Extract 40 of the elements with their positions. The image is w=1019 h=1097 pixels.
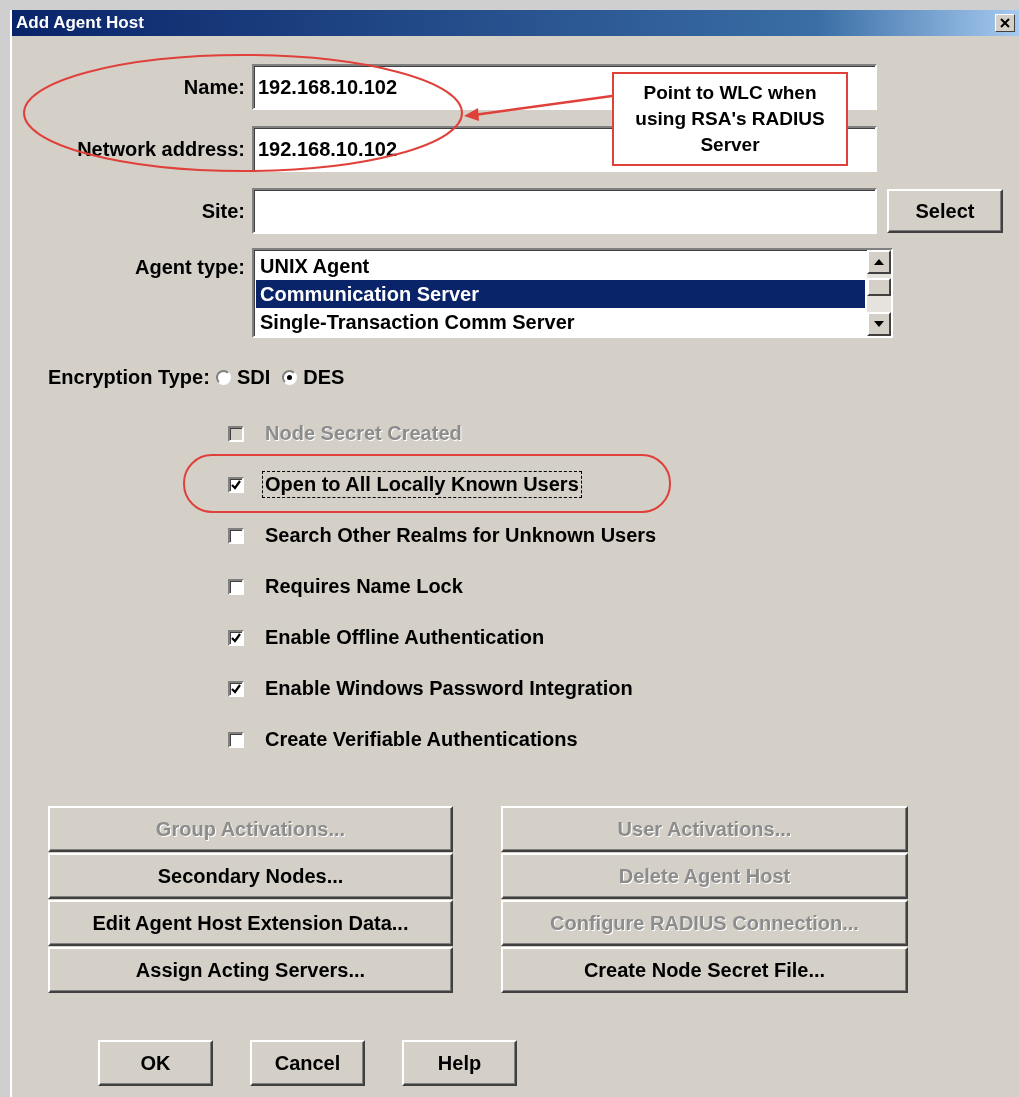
list-item[interactable]: UNIX Agent (256, 252, 865, 280)
select-button[interactable]: Select (887, 189, 1003, 233)
field-label: Agent type: (134, 256, 245, 279)
checkbox-label: Open to All Locally Known Users (262, 471, 582, 498)
checkbox-label: Enable Windows Password Integration (264, 676, 634, 701)
checkbox[interactable] (228, 629, 244, 646)
action-button[interactable]: Create Node Secret File... (501, 947, 908, 993)
radio-label: SDI (236, 365, 271, 389)
dialog-button[interactable]: OK (98, 1040, 213, 1086)
radio-button[interactable] (215, 369, 231, 385)
action-button[interactable]: Secondary Nodes... (48, 853, 453, 899)
checkbox-label: Search Other Realms for Unknown Users (264, 523, 658, 548)
callout-tooltip: Point to WLC when using RSA's RADIUS Server (612, 72, 848, 166)
field-label: Network address: (76, 137, 245, 161)
field-label: Site: (200, 199, 245, 223)
scroll-thumb[interactable] (867, 278, 891, 296)
checkbox-label: Create Verifiable Authentications (264, 727, 579, 752)
list-box[interactable]: UNIX Agent Communication Server Single-Transaction Comm Server (252, 248, 893, 338)
radio-label: DES (303, 365, 345, 389)
radio-button[interactable] (282, 369, 298, 385)
checkbox-label: Requires Name Lock (264, 574, 464, 599)
window-title: Add Agent Host (16, 13, 144, 33)
action-button[interactable]: Assign Acting Servers... (48, 947, 453, 993)
checkbox[interactable] (228, 527, 244, 544)
field-label: Name: (182, 75, 245, 99)
dialog-button[interactable]: Help (402, 1040, 517, 1086)
action-button[interactable]: Edit Agent Host Extension Data... (48, 900, 453, 946)
list-item[interactable]: Single-Transaction Comm Server (256, 308, 865, 336)
checkbox[interactable] (228, 680, 244, 697)
checkbox-label: Enable Offline Authentication (264, 625, 546, 650)
checkbox-label: Node Secret Created (264, 421, 463, 446)
checkbox[interactable] (228, 476, 244, 493)
input-field[interactable] (252, 188, 877, 234)
close-icon[interactable] (995, 14, 1015, 32)
field-label: Encryption Type: (48, 365, 210, 389)
checkbox[interactable] (228, 731, 244, 748)
scrollbar[interactable] (867, 250, 891, 336)
list-item[interactable]: Communication Server (256, 280, 865, 308)
checkbox[interactable] (228, 578, 244, 595)
dialog-button[interactable]: Cancel (250, 1040, 365, 1086)
